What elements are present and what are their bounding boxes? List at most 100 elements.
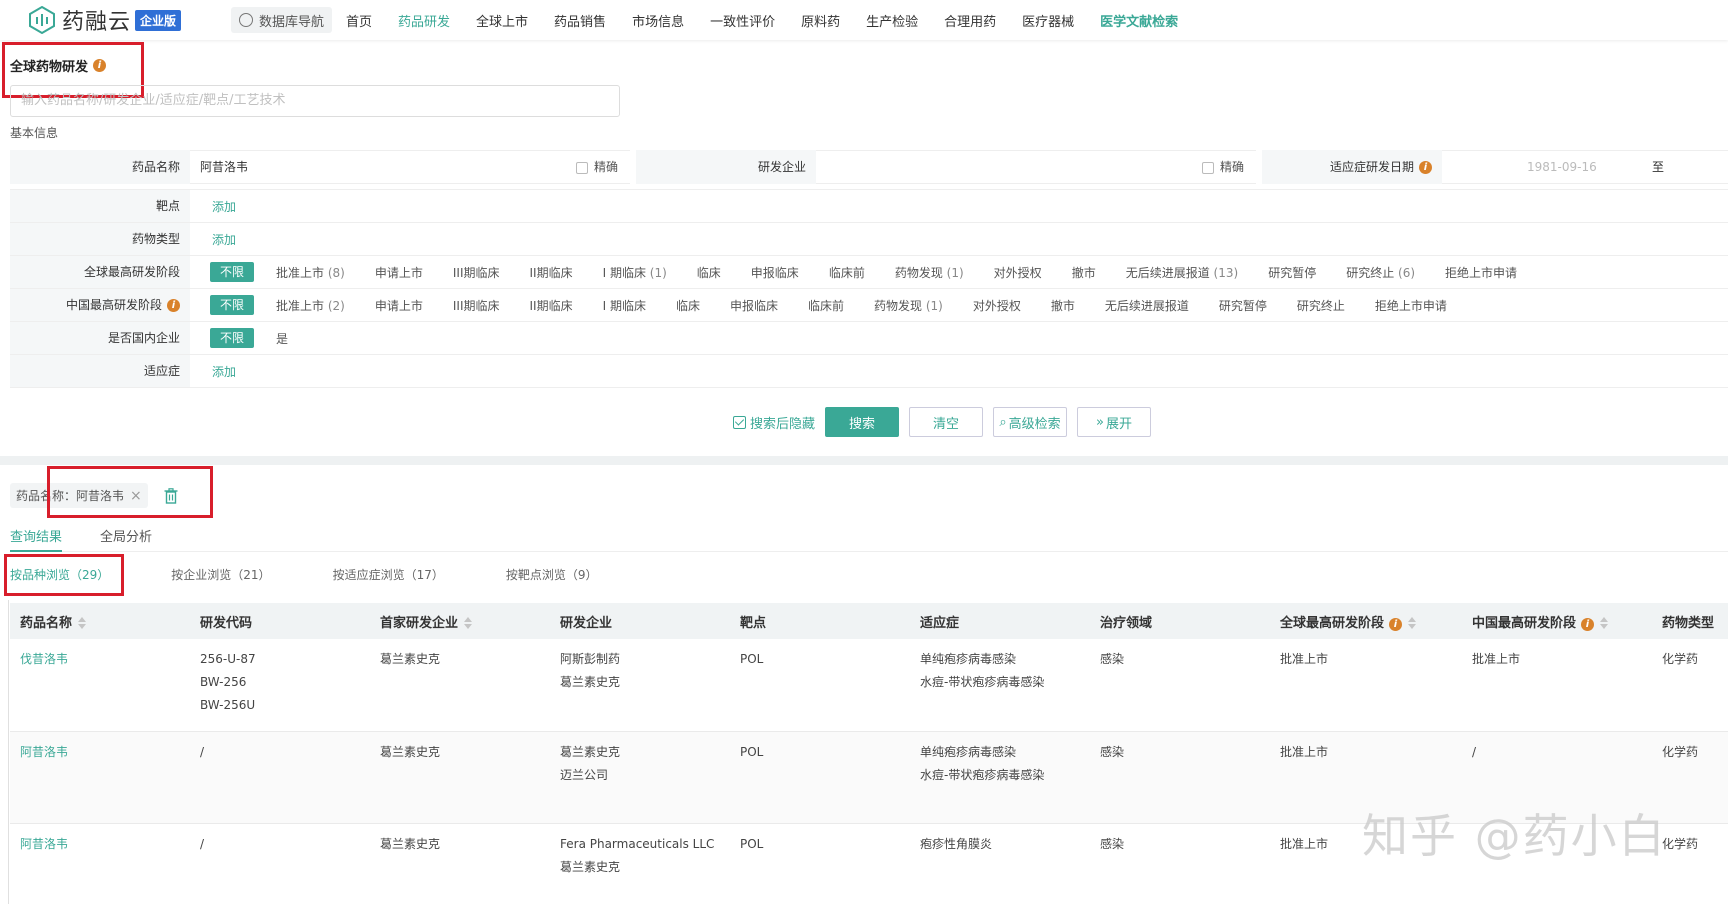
- global_stages-option-9[interactable]: 对外授权: [994, 264, 1042, 281]
- china_stages-option-11[interactable]: 无后续进展报道: [1105, 297, 1189, 314]
- subtab-1[interactable]: 按企业浏览（21）: [171, 566, 270, 583]
- subtab-3[interactable]: 按靶点浏览（9）: [506, 566, 598, 583]
- tab-analysis[interactable]: 全局分析: [100, 526, 152, 552]
- china_stages-option-14[interactable]: 拒绝上市申请: [1375, 297, 1447, 314]
- drug-name-exact-checkbox[interactable]: 精确: [575, 151, 618, 183]
- china_stages-option-1[interactable]: 申请上市: [375, 297, 423, 314]
- china_stages-option-13[interactable]: 研究终止: [1297, 297, 1345, 314]
- global_stages-option-12[interactable]: 研究暂停: [1268, 264, 1316, 281]
- add-indication-link[interactable]: 添加: [212, 363, 236, 380]
- nav-item-8[interactable]: 合理用药: [944, 11, 996, 30]
- filter-rows: 靶点 添加 药物类型 添加 全球最高研发阶段 不限 批准上市 (8) 申请上市 II…: [10, 189, 1728, 388]
- global_stages-option-4[interactable]: I 期临床 (1): [603, 264, 667, 281]
- company-field[interactable]: 精确: [816, 150, 1256, 184]
- nav-item-7[interactable]: 生产检验: [866, 11, 918, 30]
- info-icon[interactable]: i: [167, 298, 180, 312]
- search-button[interactable]: 搜索: [825, 407, 900, 437]
- china_stages-option-5[interactable]: 临床: [676, 297, 700, 314]
- close-icon[interactable]: ×: [130, 488, 142, 504]
- nav-item-1[interactable]: 药品研发: [398, 11, 450, 30]
- sort-icon[interactable]: [78, 617, 87, 629]
- column-header-7[interactable]: 全球最高研发阶段 i: [1270, 603, 1462, 639]
- stage-name: 无后续进展报道: [1104, 298, 1189, 313]
- china-stage-all-tag[interactable]: 不限: [210, 295, 255, 315]
- domestic-yes-option[interactable]: 是: [276, 330, 288, 347]
- app-logo[interactable]: 药融云 企业版: [28, 4, 182, 36]
- china_stages-option-12[interactable]: 研究暂停: [1219, 297, 1267, 314]
- database-nav-label: 数据库导航: [259, 14, 325, 30]
- advanced-search-button[interactable]: ⌕ 高级检索: [993, 407, 1068, 437]
- column-header-label: 药品名称: [20, 615, 73, 631]
- sort-icon[interactable]: [464, 617, 473, 629]
- column-header-4: 靶点: [730, 603, 910, 639]
- page-title: 全球药物研发 i: [10, 56, 107, 75]
- column-header-label: 药物类型: [1662, 615, 1715, 631]
- indication-label: 适应症: [10, 355, 190, 387]
- china_stages-option-8[interactable]: 药物发现 (1): [874, 297, 943, 314]
- stage-name: 研究暂停: [1218, 298, 1267, 313]
- nav-item-0[interactable]: 首页: [346, 11, 372, 30]
- tab-results[interactable]: 查询结果: [10, 526, 63, 552]
- global_stages-option-10[interactable]: 撤市: [1072, 264, 1096, 281]
- checkbox-checked-icon: [733, 415, 746, 429]
- cell-name[interactable]: 阿昔洛韦: [10, 823, 190, 904]
- sort-icon[interactable]: [1600, 617, 1609, 629]
- nav-item-6[interactable]: 原料药: [801, 11, 840, 30]
- global_stages-option-2[interactable]: III期临床: [453, 264, 500, 281]
- global_stages-option-7[interactable]: 临床前: [829, 264, 865, 281]
- global_stages-option-5[interactable]: 临床: [697, 264, 721, 281]
- stage-count: (6): [1398, 265, 1416, 280]
- global_stages-option-13[interactable]: 研究终止 (6): [1346, 264, 1415, 281]
- subtab-2[interactable]: 按适应症浏览（17）: [333, 566, 444, 583]
- clear-button[interactable]: 清空: [909, 407, 984, 437]
- nav-item-10[interactable]: 医学文献检索: [1100, 11, 1178, 30]
- database-nav-button[interactable]: 数据库导航: [231, 7, 333, 33]
- add-target-link[interactable]: 添加: [212, 198, 236, 215]
- china_stages-option-2[interactable]: III期临床: [453, 297, 500, 314]
- info-icon[interactable]: i: [1581, 617, 1595, 631]
- domestic-all-tag[interactable]: 不限: [210, 328, 255, 348]
- expand-button[interactable]: » 展开: [1077, 407, 1152, 437]
- china_stages-option-7[interactable]: 临床前: [808, 297, 844, 314]
- cell-name[interactable]: 阿昔洛韦: [10, 731, 190, 824]
- global_stages-option-0[interactable]: 批准上市 (8): [276, 264, 345, 281]
- drug-name-field[interactable]: 阿昔洛韦 精确: [190, 150, 630, 184]
- hide-after-search-checkbox[interactable]: 搜索后隐藏: [733, 413, 815, 432]
- global_stages-option-1[interactable]: 申请上市: [375, 264, 423, 281]
- china_stages-option-10[interactable]: 撤市: [1051, 297, 1075, 314]
- stage-name: 无后续进展报道: [1125, 265, 1210, 280]
- nav-item-5[interactable]: 一致性评价: [710, 11, 775, 30]
- info-icon[interactable]: i: [1419, 160, 1432, 174]
- nav-item-9[interactable]: 医疗器械: [1022, 11, 1074, 30]
- global_stages-option-14[interactable]: 拒绝上市申请: [1445, 264, 1517, 281]
- company-exact-checkbox[interactable]: 精确: [1201, 151, 1244, 183]
- china_stages-option-4[interactable]: I 期临床: [603, 297, 646, 314]
- china_stages-option-0[interactable]: 批准上市 (2): [276, 297, 345, 314]
- cell-name[interactable]: 伐昔洛韦: [10, 639, 190, 732]
- china_stages-option-6[interactable]: 申报临床: [730, 297, 778, 314]
- trash-icon[interactable]: [164, 487, 178, 504]
- column-header-0[interactable]: 药品名称: [10, 603, 190, 639]
- stage-count: (1): [925, 298, 943, 313]
- column-header-2[interactable]: 首家研发企业: [370, 603, 550, 639]
- global_stages-option-11[interactable]: 无后续进展报道 (13): [1126, 264, 1238, 281]
- global-stage-all-tag[interactable]: 不限: [210, 262, 255, 282]
- nav-item-2[interactable]: 全球上市: [476, 11, 528, 30]
- global_stages-option-3[interactable]: II期临床: [530, 264, 573, 281]
- global_stages-option-6[interactable]: 申报临床: [751, 264, 799, 281]
- date-range-field[interactable]: 1981-09-16 至: [1442, 150, 1728, 184]
- browse-subtabs: 按品种浏览（29） 按企业浏览（21） 按适应症浏览（17） 按靶点浏览（9）: [10, 566, 659, 583]
- global_stages-option-8[interactable]: 药物发现 (1): [895, 264, 964, 281]
- info-icon[interactable]: i: [1389, 617, 1403, 631]
- add-drugtype-link[interactable]: 添加: [212, 231, 236, 248]
- date-from[interactable]: 1981-09-16: [1527, 151, 1597, 183]
- nav-item-3[interactable]: 药品销售: [554, 11, 606, 30]
- info-icon[interactable]: i: [93, 59, 107, 72]
- column-header-8[interactable]: 中国最高研发阶段 i: [1462, 603, 1652, 639]
- china_stages-option-9[interactable]: 对外授权: [973, 297, 1021, 314]
- china_stages-option-3[interactable]: II期临床: [530, 297, 573, 314]
- nav-item-4[interactable]: 市场信息: [632, 11, 684, 30]
- sort-icon[interactable]: [1408, 617, 1417, 629]
- search-input[interactable]: 输入药品名称/研发企业/适应症/靶点/工艺技术: [10, 85, 620, 117]
- subtab-0[interactable]: 按品种浏览（29）: [10, 566, 109, 583]
